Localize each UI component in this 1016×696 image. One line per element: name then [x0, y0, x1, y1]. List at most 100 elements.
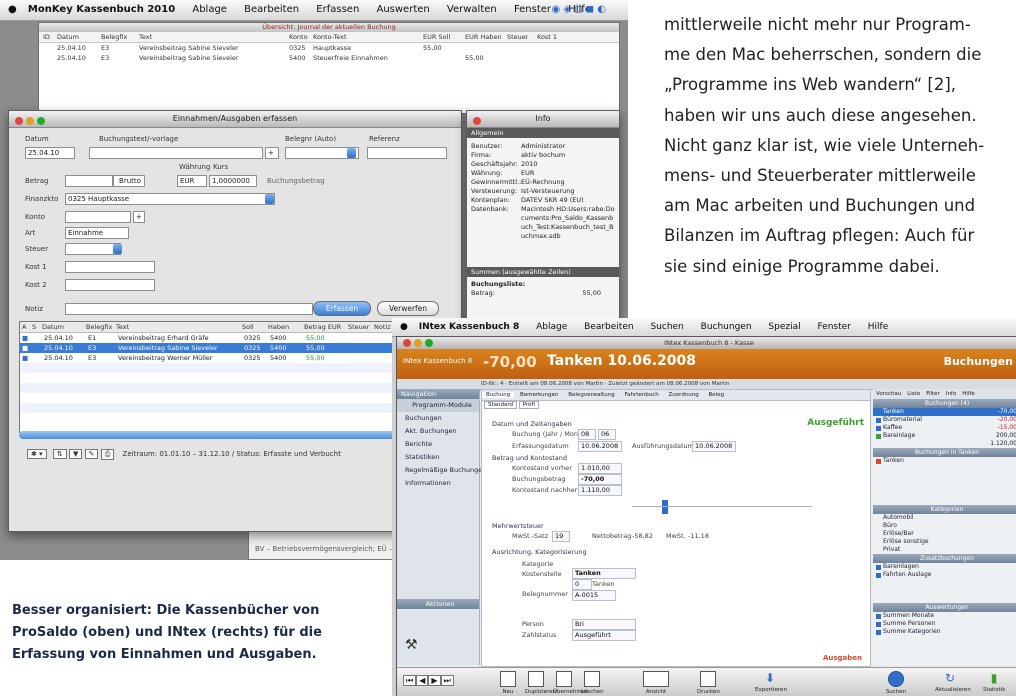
duplicate-button[interactable]: Duplizieren	[525, 671, 556, 695]
col-header[interactable]: A	[20, 322, 32, 332]
tab-beleg[interactable]: Beleg	[705, 392, 729, 398]
nav-item-statistiken[interactable]: Statistiken	[397, 451, 479, 464]
erfassen-button[interactable]: Erfassen	[313, 301, 371, 316]
list-item-selected[interactable]: Tanken -70,00	[873, 408, 1016, 416]
col-header[interactable]: Steuer	[507, 32, 537, 42]
steuer-dropdown-icon[interactable]	[113, 244, 122, 254]
extra-item[interactable]: Bareinlagen	[873, 563, 1016, 571]
col-header[interactable]: Text	[116, 322, 242, 332]
minimize-button[interactable]	[26, 117, 34, 125]
new-button[interactable]: Neu	[497, 671, 519, 695]
kostenstelle-field[interactable]: 0	[572, 579, 592, 590]
tab-zuordnung[interactable]: Zuordnung	[665, 392, 703, 398]
vorlage-add-button[interactable]: +	[265, 147, 279, 159]
ausfuehrung-field[interactable]: 10.06.2008	[692, 441, 736, 452]
erfassungsdatum-field[interactable]: 10.06.2008	[578, 441, 622, 452]
col-header[interactable]: Haben	[268, 322, 294, 332]
kost1-field[interactable]	[65, 261, 155, 273]
table-row[interactable]: ■ 25.04.10 E3 Vereinsbeitrag Werner Müller 0…	[20, 353, 452, 363]
nav-item-regelmaessig[interactable]: Regelmäßige Buchungen	[397, 464, 486, 477]
apple-icon[interactable]: ●	[400, 322, 408, 332]
col-header[interactable]: EUR Soll	[423, 32, 465, 42]
col-header[interactable]: EUR Haben	[465, 32, 507, 42]
notiz-field[interactable]	[65, 303, 313, 315]
right-tab[interactable]: Liste	[904, 391, 923, 397]
nav-modules-header[interactable]: Programm-Module	[397, 399, 479, 412]
col-header[interactable]: Konto-Text	[313, 32, 423, 42]
jahr-field[interactable]: 08	[578, 429, 596, 440]
menu-item[interactable]: Hilfe	[868, 322, 888, 332]
tab-fahrtenbuch[interactable]: Fahrtenbuch	[620, 392, 662, 398]
col-header[interactable]: Belegfix	[101, 32, 139, 42]
col-header[interactable]: Kost 1	[537, 32, 567, 42]
last-record-icon[interactable]: ⏭	[440, 675, 454, 686]
table-row-selected[interactable]: ■ 25.04.10 E3 Vereinsbeitrag Sabine Sievele…	[20, 343, 452, 353]
list-item[interactable]: Bareinlage 200,00	[873, 432, 1016, 440]
close-button[interactable]	[403, 339, 411, 347]
datum-field[interactable]: 25.04.10	[25, 147, 75, 159]
menu-item[interactable]: Ablage	[536, 322, 567, 332]
finanzkto-dropdown-icon[interactable]	[265, 194, 274, 204]
menu-item[interactable]: Spezial	[768, 322, 800, 332]
first-record-icon[interactable]: ⏮	[403, 675, 417, 686]
col-header[interactable]: Steuer	[348, 322, 374, 332]
subtab-standard[interactable]: Standard	[484, 401, 518, 409]
horizontal-scrollbar[interactable]	[19, 431, 451, 439]
right-tab[interactable]: Hilfe	[959, 391, 978, 397]
waehrung-field[interactable]: EUR	[177, 175, 207, 187]
report-item[interactable]: Summen Monate	[873, 612, 1016, 620]
menu-item[interactable]: Bearbeiten	[244, 4, 299, 15]
delete-button[interactable]: Löschen	[581, 671, 604, 695]
verwerfen-button[interactable]: Verwerfen	[377, 301, 439, 316]
refresh-button[interactable]: ↻ Aktualisieren	[935, 671, 971, 693]
close-button[interactable]	[473, 117, 481, 125]
menu-item[interactable]: Auswerten	[376, 4, 429, 15]
category-item[interactable]: Erlöse sonstige	[873, 538, 1016, 546]
konto-add-button[interactable]: +	[133, 211, 145, 223]
list-item[interactable]: Büromaterial -20,00	[873, 416, 1016, 424]
menu-app-name[interactable]: INtex Kassenbuch 8	[419, 322, 520, 332]
category-item[interactable]: Privat	[873, 546, 1016, 554]
vorlage-field[interactable]	[89, 147, 263, 159]
referenz-field[interactable]	[367, 147, 447, 159]
report-item[interactable]: Summe Kategorien	[873, 628, 1016, 636]
tab-bemerkungen[interactable]: Bemerkungen	[516, 392, 563, 398]
col-header[interactable]: Datum	[42, 322, 86, 332]
menu-item[interactable]: Fenster	[818, 322, 851, 332]
minimize-button[interactable]	[414, 339, 422, 347]
col-header[interactable]: Belegfix	[86, 322, 116, 332]
konto-field[interactable]	[65, 211, 131, 223]
col-header[interactable]: S	[32, 322, 42, 332]
nav-item-buchungen[interactable]: Buchungen	[397, 412, 479, 425]
print-button[interactable]: Drucken	[697, 671, 720, 695]
brutto-toggle[interactable]: Brutto	[113, 175, 145, 187]
apple-icon[interactable]: ●	[8, 4, 17, 15]
journal-row[interactable]: 25.04.10 E3 Vereinsbeitrag Sabine Sieveler…	[39, 53, 619, 63]
menu-item[interactable]: Suchen	[650, 322, 683, 332]
betrag-field[interactable]	[65, 175, 113, 187]
tab-buchung[interactable]: Buchung	[482, 392, 515, 398]
slider-handle[interactable]	[662, 500, 668, 514]
filter-icon[interactable]: ▼	[68, 449, 83, 459]
menu-item[interactable]: Verwalten	[447, 4, 497, 15]
table-row[interactable]: ■ 25.04.10 E1 Vereinsbeitrag Erhard Gräfe 03…	[20, 333, 452, 343]
kategorie-field[interactable]: Tanken	[572, 568, 636, 579]
col-header[interactable]: Betrag EUR	[304, 322, 348, 332]
close-button[interactable]	[15, 117, 23, 125]
category-item[interactable]: Automobil	[873, 514, 1016, 522]
apply-button[interactable]: Übernehmen	[553, 671, 589, 695]
menu-item[interactable]: Buchungen	[701, 322, 752, 332]
art-field[interactable]: Einnahme	[65, 227, 129, 239]
nav-item-berichte[interactable]: Berichte	[397, 438, 479, 451]
col-header[interactable]: Soll	[242, 322, 268, 332]
belegnummer-field[interactable]: A-0015	[572, 590, 616, 601]
report-item[interactable]: Summe Personen	[873, 620, 1016, 628]
menu-app-name[interactable]: MonKey Kassenbuch 2010	[28, 4, 175, 15]
print-icon[interactable]: ⎙	[100, 449, 115, 460]
right-tab[interactable]: Vorschau	[873, 391, 904, 397]
menu-item[interactable]: Fenster	[514, 4, 551, 15]
zahlstatus-field[interactable]: Ausgeführt	[572, 630, 636, 641]
beleg-dropdown-icon[interactable]	[347, 148, 356, 158]
stats-button[interactable]: ▮ Statistik	[983, 671, 1005, 693]
kost2-field[interactable]	[65, 279, 155, 291]
